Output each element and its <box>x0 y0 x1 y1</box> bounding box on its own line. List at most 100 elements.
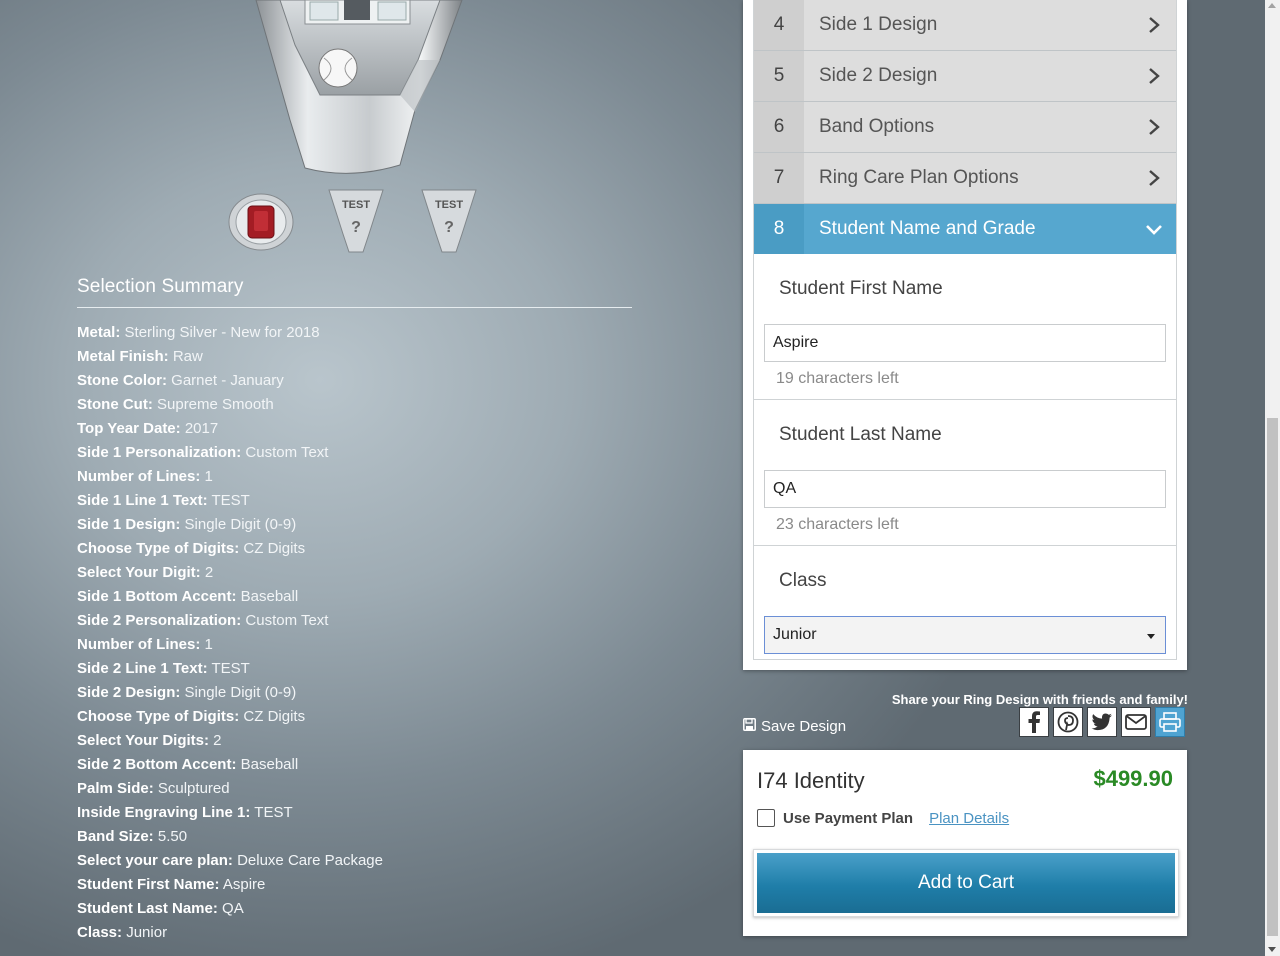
chevron-right-icon <box>1132 169 1176 187</box>
summary-item-label: Class: <box>77 924 123 941</box>
summary-item: Student Last Name: QA <box>77 897 632 921</box>
facebook-icon[interactable] <box>1019 707 1049 737</box>
print-icon[interactable] <box>1155 707 1185 737</box>
summary-item-value: Custom Text <box>245 612 329 629</box>
summary-item-value: Aspire <box>222 876 266 893</box>
last-name-char-count: 23 characters left <box>776 516 899 533</box>
payment-plan-label: Use Payment Plan <box>783 809 914 827</box>
summary-item-value: TEST <box>211 660 250 677</box>
summary-item: Band Size: 5.50 <box>77 825 632 849</box>
chevron-right-icon <box>1132 118 1176 136</box>
ring-thumbnail-top[interactable] <box>226 186 296 256</box>
step-student-name-grade[interactable]: 8 Student Name and Grade <box>754 204 1176 254</box>
summary-item-value: 1 <box>204 636 213 653</box>
step-label: Side 1 Design <box>819 14 938 35</box>
summary-item-label: Top Year Date: <box>77 420 181 437</box>
share-icons <box>1019 707 1185 737</box>
summary-item: Side 1 Design: Single Digit (0-9) <box>77 513 632 537</box>
summary-item: Top Year Date: 2017 <box>77 417 632 441</box>
summary-item-label: Side 1 Bottom Accent: <box>77 588 237 605</box>
first-name-input[interactable] <box>764 324 1166 362</box>
scroll-up-arrow-icon[interactable] <box>1268 3 1276 8</box>
summary-item-value: Single Digit (0-9) <box>184 684 297 701</box>
payment-plan-checkbox[interactable] <box>757 809 775 827</box>
step-band-options[interactable]: 6 Band Options <box>754 102 1176 153</box>
twitter-icon[interactable] <box>1087 707 1117 737</box>
summary-item-value: 2 <box>204 564 214 581</box>
email-icon[interactable] <box>1121 707 1151 737</box>
scrollbar-thumb[interactable] <box>1267 418 1278 936</box>
payment-plan-row: Use Payment Plan Plan Details <box>757 809 1009 827</box>
ring-thumbnail-side2[interactable]: TEST ? <box>414 186 484 256</box>
summary-item: Class: Junior <box>77 921 632 945</box>
thumb-side2-text: TEST <box>435 199 463 211</box>
ring-thumbnail-side1[interactable]: TEST ? <box>321 186 391 256</box>
summary-item: Side 1 Bottom Accent: Baseball <box>77 585 632 609</box>
thumb-side1-text: TEST <box>342 199 370 211</box>
summary-item-value: QA <box>222 900 244 917</box>
summary-item: Side 1 Personalization: Custom Text <box>77 441 632 465</box>
step-side2-design[interactable]: 5 Side 2 Design <box>754 51 1176 102</box>
summary-item-label: Number of Lines: <box>77 468 201 485</box>
first-name-section: Student First Name 19 characters left <box>754 254 1176 400</box>
summary-item: Side 2 Bottom Accent: Baseball <box>77 753 632 777</box>
summary-item-label: Choose Type of Digits: <box>77 540 240 557</box>
summary-item-value: Garnet - January <box>171 372 284 389</box>
caret-down-icon <box>1147 626 1155 644</box>
ring-preview-image <box>250 0 480 180</box>
last-name-input[interactable] <box>764 470 1166 508</box>
summary-item: Inside Engraving Line 1: TEST <box>77 801 632 825</box>
summary-item-label: Side 2 Bottom Accent: <box>77 756 237 773</box>
step-number: 6 <box>754 102 804 152</box>
plan-details-link[interactable]: Plan Details <box>929 810 1009 827</box>
class-title: Class <box>779 570 827 591</box>
product-name: I74 Identity <box>757 768 865 793</box>
pinterest-icon[interactable] <box>1053 707 1083 737</box>
summary-item-value: 1 <box>204 468 213 485</box>
summary-item-label: Side 1 Line 1 Text: <box>77 492 208 509</box>
step-label: Ring Care Plan Options <box>819 167 1019 188</box>
step-side1-design[interactable]: 4 Side 1 Design <box>754 0 1176 51</box>
summary-item-label: Select your care plan: <box>77 852 233 869</box>
summary-item-label: Side 2 Design: <box>77 684 181 701</box>
summary-item: Metal Finish: Raw <box>77 345 632 369</box>
summary-item-label: Metal: <box>77 324 121 341</box>
summary-item-label: Number of Lines: <box>77 636 201 653</box>
add-to-cart-label: Add to Cart <box>757 853 1175 913</box>
summary-item: Number of Lines: 1 <box>77 633 632 657</box>
step-label: Band Options <box>819 116 935 137</box>
scroll-down-arrow-icon[interactable] <box>1268 947 1276 952</box>
summary-item-label: Select Your Digit: <box>77 564 201 581</box>
customization-panel: 4 Side 1 Design 5 Side 2 Design 6 Band O… <box>743 0 1187 670</box>
save-design-button[interactable]: Save Design <box>743 718 846 735</box>
step-number: 5 <box>754 51 804 101</box>
first-name-title: Student First Name <box>779 278 943 299</box>
summary-item-label: Palm Side: <box>77 780 154 797</box>
summary-item: Number of Lines: 1 <box>77 465 632 489</box>
summary-item-label: Metal Finish: <box>77 348 169 365</box>
page-scrollbar[interactable] <box>1265 0 1280 956</box>
summary-item-value: Baseball <box>240 588 299 605</box>
summary-item-value: Baseball <box>240 756 299 773</box>
summary-item-label: Select Your Digits: <box>77 732 209 749</box>
step-number: 8 <box>754 204 804 254</box>
summary-item: Side 2 Design: Single Digit (0-9) <box>77 681 632 705</box>
step-ring-care-plan[interactable]: 7 Ring Care Plan Options <box>754 153 1176 204</box>
thumb-side1-digit: ? <box>351 219 361 236</box>
class-select-value: Junior <box>773 626 817 643</box>
summary-list: Metal: Sterling Silver - New for 2018 Met… <box>77 321 632 945</box>
summary-item: Side 2 Personalization: Custom Text <box>77 609 632 633</box>
summary-item-label: Stone Cut: <box>77 396 153 413</box>
class-select[interactable]: Junior <box>764 616 1166 654</box>
summary-item: Choose Type of Digits: CZ Digits <box>77 705 632 729</box>
summary-item: Choose Type of Digits: CZ Digits <box>77 537 632 561</box>
step-label: Student Name and Grade <box>819 218 1036 239</box>
summary-item: Side 2 Line 1 Text: TEST <box>77 657 632 681</box>
add-to-cart-button[interactable]: Add to Cart <box>753 849 1179 917</box>
summary-item-value: Sculptured <box>157 780 230 797</box>
step-number: 7 <box>754 153 804 203</box>
summary-item-value: Custom Text <box>245 444 329 461</box>
last-name-section: Student Last Name 23 characters left <box>754 400 1176 546</box>
summary-item-label: Student First Name: <box>77 876 220 893</box>
summary-item-value: Deluxe Care Package <box>237 852 383 869</box>
